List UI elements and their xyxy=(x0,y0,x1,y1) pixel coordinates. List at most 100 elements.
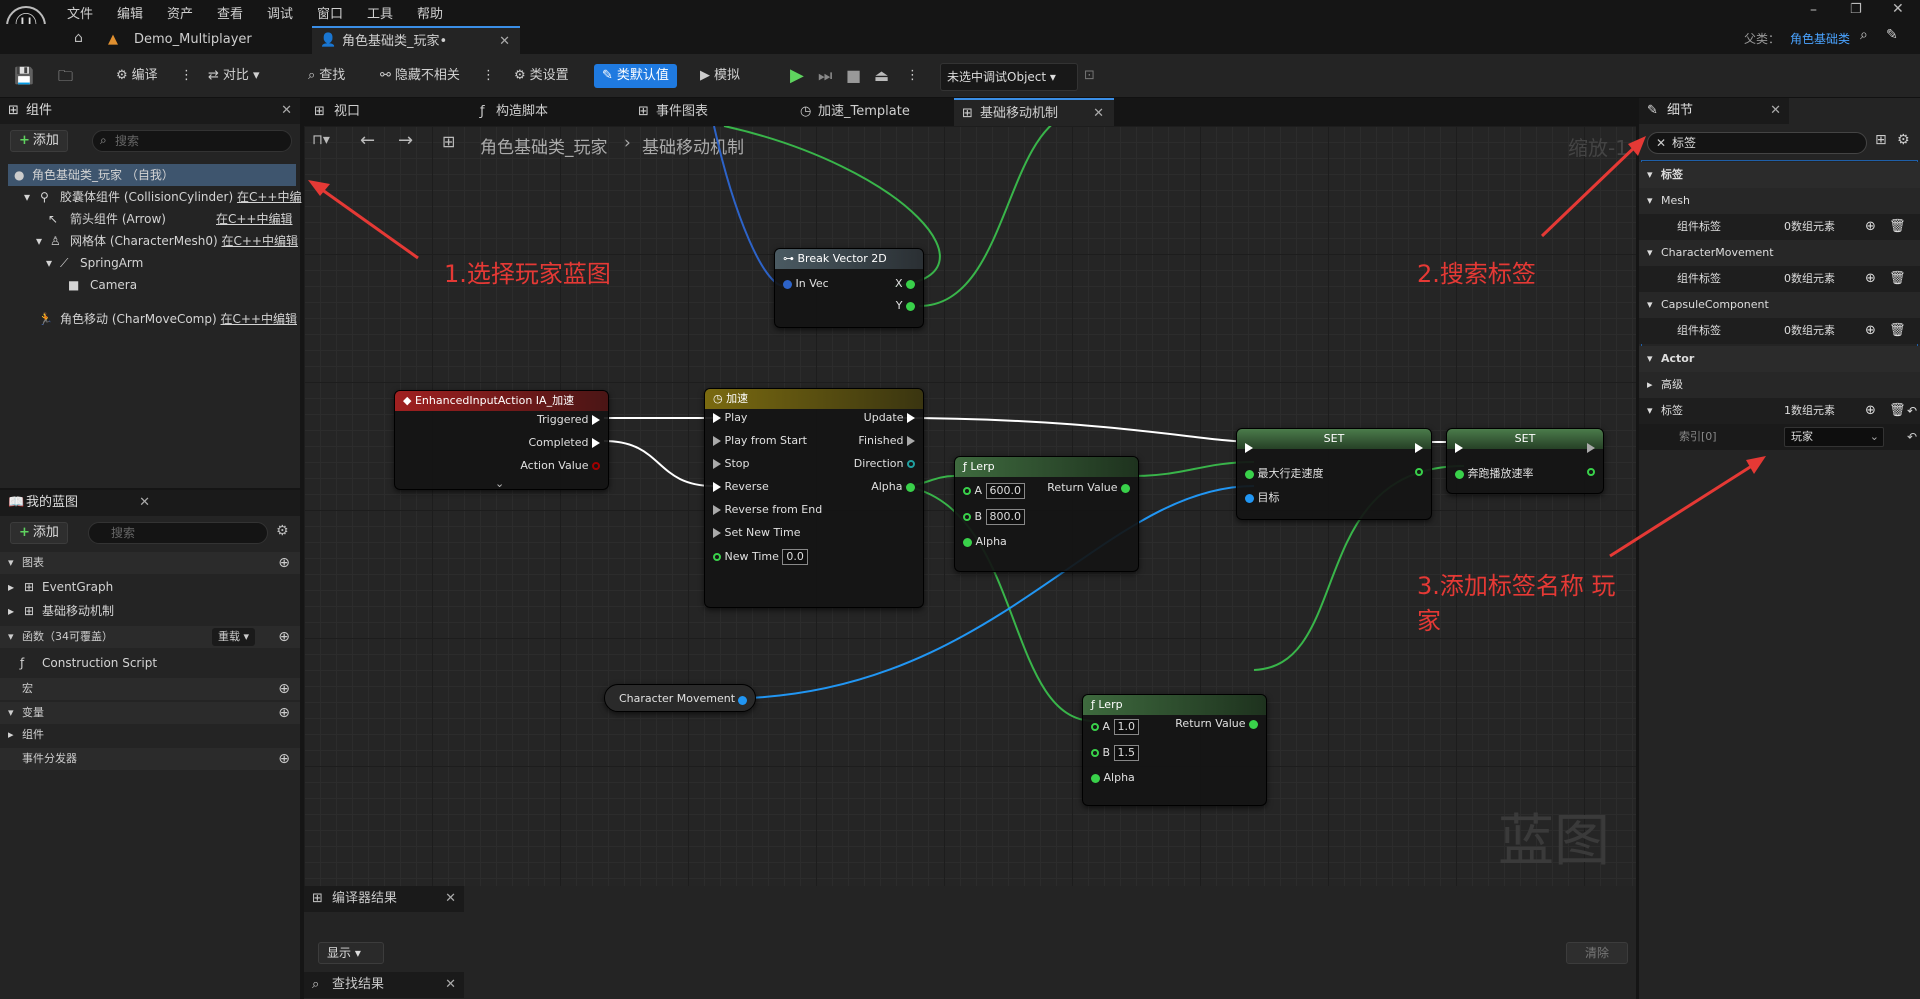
eject-icon[interactable]: ⏏ xyxy=(874,64,889,88)
add-element-icon[interactable]: ⊕ xyxy=(1865,266,1876,292)
home-icon[interactable]: ⌂ xyxy=(74,30,83,46)
node-break-vector2d[interactable]: ⊶ Break Vector 2D In Vec X Y xyxy=(774,248,924,328)
lerp-b-input[interactable]: 1.5 xyxy=(1113,745,1140,761)
category-advanced[interactable]: ▸ 高级 xyxy=(1639,372,1920,398)
close-my-blueprint-icon[interactable]: ✕ xyxy=(139,490,150,516)
show-dropdown[interactable]: 显示 ▾ xyxy=(318,942,384,964)
expand-chevron-icon[interactable]: ⌄ xyxy=(495,477,504,490)
category-capsule[interactable]: ▾ CapsuleComponent xyxy=(1639,292,1920,318)
pin-action-value[interactable]: Action Value xyxy=(520,459,600,472)
pin-exec-out[interactable] xyxy=(1415,441,1423,454)
pin-reverse-from-end[interactable]: Reverse from End xyxy=(713,503,822,516)
pin-finished[interactable]: Finished xyxy=(858,434,915,447)
pin-play-from-start[interactable]: Play from Start xyxy=(713,434,807,447)
close-window-icon[interactable]: ✕ xyxy=(1892,1,1904,17)
class-defaults-button[interactable]: ✎ 类默认值 xyxy=(594,64,677,88)
pin-new-time[interactable]: New Time 0.0 xyxy=(713,549,808,565)
construction-script-item[interactable]: ƒ Construction Script xyxy=(20,652,298,674)
trash-icon[interactable]: 🗑 xyxy=(1889,266,1906,292)
add-element-icon[interactable]: ⊕ xyxy=(1865,398,1876,424)
trash-icon[interactable]: 🗑 xyxy=(1889,214,1906,240)
settings-gear-icon[interactable]: ⚙ xyxy=(276,523,289,539)
pin-exec-in[interactable] xyxy=(1455,441,1463,454)
pin-direction[interactable]: Direction xyxy=(854,457,915,470)
section-tags[interactable]: ▾ 标签 xyxy=(1639,162,1920,188)
macros-section[interactable]: 宏 ⊕ xyxy=(0,678,300,700)
restore-icon[interactable]: ❐ xyxy=(1850,2,1862,17)
simulate-button[interactable]: ▶ 模拟 xyxy=(700,64,740,88)
add-dispatcher-icon[interactable]: ⊕ xyxy=(278,748,290,770)
pin-sprint-rate[interactable]: 奔跑播放速率 xyxy=(1455,465,1534,481)
menu-assets[interactable]: 资产 xyxy=(167,3,193,22)
add-element-icon[interactable]: ⊕ xyxy=(1865,214,1876,240)
close-tab-icon[interactable]: ✕ xyxy=(499,28,510,56)
pin-alpha[interactable]: Alpha xyxy=(1091,771,1135,784)
tab-timeline-template[interactable]: ◷ 加速_Template xyxy=(792,98,942,126)
close-tab-icon[interactable]: ✕ xyxy=(1093,100,1104,128)
category-mesh[interactable]: ▾ Mesh xyxy=(1639,188,1920,214)
lerp-b-input[interactable]: 800.0 xyxy=(985,509,1026,525)
node-lerp-rate[interactable]: ƒ Lerp A 1.0 B 1.5 Alpha Return Value xyxy=(1082,694,1267,806)
add-graph-icon[interactable]: ⊕ xyxy=(278,552,290,574)
menu-edit[interactable]: 编辑 xyxy=(117,3,143,22)
add-component-button[interactable]: + 添加 xyxy=(10,130,68,152)
node-character-movement[interactable]: Character Movement xyxy=(604,684,756,712)
pin-y[interactable]: Y xyxy=(896,299,915,312)
hide-unrelated-button[interactable]: ⚯ 隐藏不相关 xyxy=(380,64,460,88)
pin-return-value[interactable]: Return Value xyxy=(1175,717,1258,730)
reset-icon[interactable]: ↶ xyxy=(1907,424,1917,450)
diff-button[interactable]: ⇄ 对比 ▾ xyxy=(208,64,260,88)
tab-basic-movement[interactable]: ⊞ 基础移动机制 ✕ xyxy=(954,98,1114,126)
override-dropdown[interactable]: 重载 ▾ xyxy=(212,628,256,646)
tree-item-arrow[interactable]: ↖ 箭头组件 (Arrow) 在C++中编辑 xyxy=(46,208,296,230)
minimize-icon[interactable]: – xyxy=(1810,2,1817,18)
details-tab[interactable]: ✎ 细节 ✕ xyxy=(1639,98,1789,124)
prop-mesh-tags[interactable]: 组件标签 0数组元素 ⊕ 🗑 xyxy=(1639,214,1920,240)
prop-actor-tags[interactable]: ▾ 标签 1数组元素 ⊕ 🗑 ↶ xyxy=(1639,398,1920,424)
trash-icon[interactable]: 🗑 xyxy=(1889,398,1906,424)
graph-item-eventgraph[interactable]: ▸ ⊞ EventGraph xyxy=(8,576,298,598)
add-element-icon[interactable]: ⊕ xyxy=(1865,318,1876,344)
browse-icon[interactable]: 🗀 xyxy=(58,64,73,88)
graphs-section[interactable]: ▾ 图表 ⊕ xyxy=(0,552,300,574)
menu-window[interactable]: 窗口 xyxy=(317,3,343,22)
menu-help[interactable]: 帮助 xyxy=(417,3,443,22)
tab-construction[interactable]: ƒ 构造脚本 xyxy=(468,98,588,126)
compiler-results-tab[interactable]: ⊞ 编译器结果 ✕ xyxy=(304,886,464,912)
category-charmove[interactable]: ▾ CharacterMovement xyxy=(1639,240,1920,266)
prop-capsule-tags[interactable]: 组件标签 0数组元素 ⊕ 🗑 xyxy=(1639,318,1920,344)
tab-viewport[interactable]: ⊞ 视口 xyxy=(308,98,428,126)
step-icon[interactable]: ⏭ xyxy=(818,64,832,88)
pin-alpha[interactable]: Alpha xyxy=(963,535,1007,548)
tree-item-springarm[interactable]: ▾ ⟋ SpringArm xyxy=(46,252,296,274)
add-macro-icon[interactable]: ⊕ xyxy=(278,678,290,700)
pin-x[interactable]: X xyxy=(895,277,915,290)
close-compiler-icon[interactable]: ✕ xyxy=(445,886,456,912)
save-icon[interactable]: 💾 xyxy=(14,64,34,88)
new-time-input[interactable]: 0.0 xyxy=(782,549,808,565)
lerp-a-input[interactable]: 1.0 xyxy=(1113,719,1140,735)
variables-components-item[interactable]: ▸ 组件 xyxy=(8,724,298,746)
class-settings-button[interactable]: ⚙ 类设置 xyxy=(514,64,569,88)
tree-item-self[interactable]: ● 角色基础类_玩家 （自我） xyxy=(8,164,296,186)
close-details-icon[interactable]: ✕ xyxy=(1770,98,1781,124)
clear-button[interactable]: 清除 xyxy=(1566,942,1628,964)
compile-options-icon[interactable]: ⋮ xyxy=(180,64,193,88)
section-actor[interactable]: ▾ Actor xyxy=(1639,346,1920,372)
pin-a[interactable]: A 600.0 xyxy=(963,483,1026,499)
add-member-button[interactable]: + 添加 xyxy=(10,522,68,544)
pin-stop[interactable]: Stop xyxy=(713,457,750,470)
edit-icon[interactable]: ✎ xyxy=(1886,27,1898,43)
tab-blueprint[interactable]: 👤 角色基础类_玩家• ✕ xyxy=(312,26,520,54)
pin-return-value[interactable]: Return Value xyxy=(1047,481,1130,494)
pin-reverse[interactable]: Reverse xyxy=(713,480,769,493)
details-search-input[interactable]: ✕ 标签 xyxy=(1647,132,1867,154)
edit-in-cpp-link[interactable]: 在C++中编 xyxy=(237,190,302,204)
reset-icon[interactable]: ↶ xyxy=(1907,398,1917,424)
node-lerp-speed[interactable]: ƒ Lerp A 600.0 B 800.0 Alpha Return Valu… xyxy=(954,456,1139,572)
debug-object-select[interactable]: 未选中调试Object ▾ xyxy=(940,63,1078,91)
menu-file[interactable]: 文件 xyxy=(67,3,93,22)
blueprint-graph-canvas[interactable]: ⊓▾ ← → ⊞ 角色基础类_玩家 › 基础移动机制 缩放-1 ⊶ Break … xyxy=(304,126,1636,886)
variables-section[interactable]: ▾ 变量 ⊕ xyxy=(0,702,300,724)
node-timeline[interactable]: ◷ 加速 Play Play from Start Stop Reverse R… xyxy=(704,388,924,608)
